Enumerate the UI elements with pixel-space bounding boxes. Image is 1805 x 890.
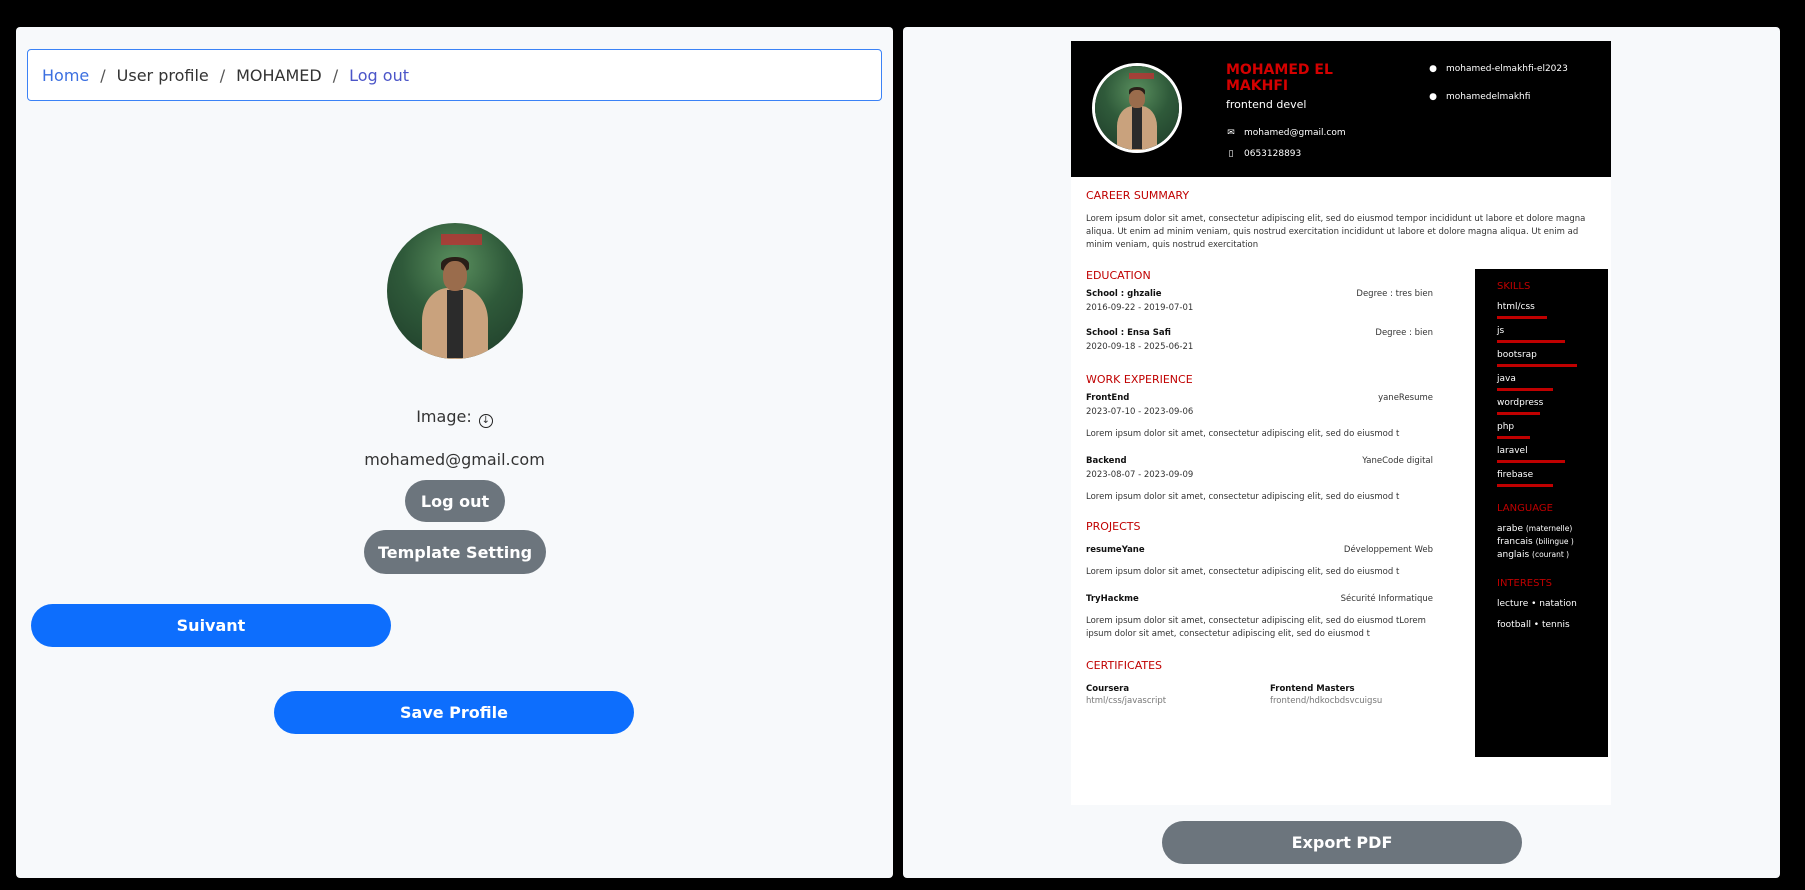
skill-level-bar bbox=[1497, 364, 1577, 367]
interest-item: lecture • natation bbox=[1497, 599, 1577, 609]
resume-email-row: ✉ mohamed@gmail.com bbox=[1226, 128, 1346, 138]
skill-name: firebase bbox=[1497, 470, 1534, 480]
work-dates: 2023-07-10 - 2023-09-06 bbox=[1086, 407, 1194, 417]
project-name: TryHackme bbox=[1086, 594, 1139, 604]
export-pdf-button[interactable]: Export PDF bbox=[1162, 821, 1522, 864]
phone-icon: ▯ bbox=[1228, 149, 1234, 159]
education-dates: 2020-09-18 - 2025-06-21 bbox=[1086, 342, 1194, 352]
resume-email: mohamed@gmail.com bbox=[1244, 128, 1346, 138]
certificates-title: CERTIFICATES bbox=[1086, 659, 1163, 672]
certificate-detail: frontend/hdkocbdsvcuigsu bbox=[1270, 696, 1383, 706]
breadcrumb: Home / User profile / MOHAMED / Log out bbox=[27, 49, 882, 101]
profile-panel: Home / User profile / MOHAMED / Log out … bbox=[16, 27, 893, 878]
education-school: School : ghzalie bbox=[1086, 289, 1162, 299]
education-school: School : Ensa Safi bbox=[1086, 328, 1171, 338]
interests-title: INTERESTS bbox=[1497, 578, 1552, 589]
resume-github1: mohamed-elmakhfi-el2023 bbox=[1446, 64, 1568, 74]
save-profile-button[interactable]: Save Profile bbox=[274, 691, 634, 734]
resume-name: MOHAMED EL MAKHFI bbox=[1226, 62, 1333, 94]
resume-github-row: ● mohamedelmakhfi bbox=[1428, 92, 1530, 102]
resume-github-row: ● mohamed-elmakhfi-el2023 bbox=[1428, 64, 1568, 74]
work-dates: 2023-08-07 - 2023-09-09 bbox=[1086, 470, 1194, 480]
skill-name: js bbox=[1497, 326, 1505, 336]
resume-phone: 0653128893 bbox=[1244, 149, 1302, 159]
work-company: YaneCode digital bbox=[1362, 456, 1433, 466]
project-description: Lorem ipsum dolor sit amet, consectetur … bbox=[1086, 567, 1400, 577]
template-setting-button[interactable]: Template Setting bbox=[364, 530, 546, 574]
breadcrumb-separator: / bbox=[332, 65, 339, 85]
education-degree: Degree : bien bbox=[1375, 328, 1433, 338]
image-upload-row: Image: ↓ bbox=[16, 407, 893, 428]
language-title: LANGUAGE bbox=[1497, 503, 1553, 514]
education-title: EDUCATION bbox=[1086, 269, 1151, 282]
profile-avatar bbox=[387, 223, 523, 359]
work-role: Backend bbox=[1086, 456, 1127, 466]
education-dates: 2016-09-22 - 2019-07-01 bbox=[1086, 303, 1194, 313]
next-button[interactable]: Suivant bbox=[31, 604, 391, 647]
breadcrumb-home[interactable]: Home bbox=[42, 66, 89, 85]
language-item: francais (bilingue ) bbox=[1497, 537, 1574, 547]
language-item: arabe (maternelle) bbox=[1497, 524, 1573, 534]
work-company: yaneResume bbox=[1378, 393, 1433, 403]
profile-email: mohamed@gmail.com bbox=[364, 450, 545, 469]
skills-title: SKILLS bbox=[1497, 281, 1531, 292]
skill-name: laravel bbox=[1497, 446, 1528, 456]
certificate-detail: html/css/javascript bbox=[1086, 696, 1167, 706]
language-item: anglais (courant ) bbox=[1497, 550, 1570, 560]
skill-name: php bbox=[1497, 422, 1515, 432]
resume-panel: MOHAMED EL MAKHFI frontend devel ✉ moham… bbox=[903, 27, 1780, 878]
skill-level-bar bbox=[1497, 388, 1553, 391]
skill-level-bar bbox=[1497, 436, 1530, 439]
skill-level-bar bbox=[1497, 316, 1547, 319]
mail-icon: ✉ bbox=[1227, 128, 1235, 138]
skill-level-bar bbox=[1497, 484, 1553, 487]
career-summary-text: Lorem ipsum dolor sit amet, consectetur … bbox=[1086, 214, 1586, 250]
breadcrumb-user-profile: User profile bbox=[116, 65, 209, 85]
interest-item: football • tennis bbox=[1497, 620, 1570, 630]
breadcrumb-user: MOHAMED bbox=[236, 65, 322, 85]
education-degree: Degree : tres bien bbox=[1356, 289, 1433, 299]
project-name: resumeYane bbox=[1086, 545, 1145, 555]
project-type: Développement Web bbox=[1343, 545, 1433, 555]
work-description: Lorem ipsum dolor sit amet, consectetur … bbox=[1086, 429, 1400, 439]
breadcrumb-separator: / bbox=[219, 65, 226, 85]
projects-title: PROJECTS bbox=[1086, 520, 1141, 533]
skill-name: bootsrap bbox=[1497, 350, 1537, 360]
image-label: Image: bbox=[416, 407, 472, 426]
github-icon: ● bbox=[1429, 64, 1437, 74]
project-type: Sécurité Informatique bbox=[1340, 594, 1433, 604]
skill-level-bar bbox=[1497, 412, 1540, 415]
resume-sidebar: SKILLS html/css js bootsrap java wordpress ph… bbox=[1475, 269, 1608, 757]
skill-level-bar bbox=[1497, 460, 1565, 463]
skill-level-bar bbox=[1497, 340, 1565, 343]
resume-preview: MOHAMED EL MAKHFI frontend devel ✉ moham… bbox=[1071, 41, 1611, 805]
career-summary-title: CAREER SUMMARY bbox=[1086, 189, 1190, 202]
project-description: Lorem ipsum dolor sit amet, consectetur … bbox=[1086, 616, 1426, 639]
download-circle-icon[interactable]: ↓ bbox=[478, 414, 493, 428]
skill-name: html/css bbox=[1497, 302, 1535, 312]
resume-avatar bbox=[1092, 63, 1182, 153]
work-description: Lorem ipsum dolor sit amet, consectetur … bbox=[1086, 492, 1400, 502]
breadcrumb-separator: / bbox=[100, 65, 106, 85]
breadcrumb-logout[interactable]: Log out bbox=[349, 66, 409, 85]
skill-name: wordpress bbox=[1497, 398, 1544, 408]
skill-name: java bbox=[1497, 374, 1516, 384]
github-icon: ● bbox=[1429, 92, 1437, 102]
logout-button[interactable]: Log out bbox=[405, 480, 505, 522]
work-role: FrontEnd bbox=[1086, 393, 1130, 403]
work-experience-title: WORK EXPERIENCE bbox=[1086, 373, 1193, 386]
resume-header: MOHAMED EL MAKHFI frontend devel ✉ moham… bbox=[1071, 41, 1611, 177]
resume-title: frontend devel bbox=[1226, 98, 1307, 111]
resume-github2: mohamedelmakhfi bbox=[1446, 92, 1531, 102]
resume-phone-row: ▯ 0653128893 bbox=[1226, 149, 1302, 159]
